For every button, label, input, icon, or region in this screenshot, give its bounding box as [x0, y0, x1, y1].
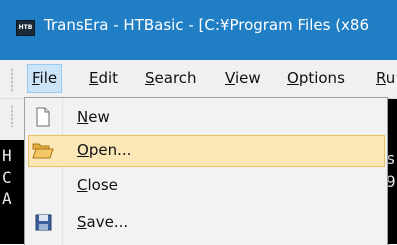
menu-item-open[interactable]: Open...	[28, 135, 385, 167]
menu-run[interactable]: Ru	[372, 65, 397, 92]
console-text-line: C	[2, 168, 12, 187]
console-text-line: A	[2, 189, 12, 208]
menu-item-new-text: ew	[88, 108, 110, 126]
console-output: H C A	[0, 140, 26, 244]
save-disk-icon	[32, 212, 54, 232]
menu-item-save[interactable]: Save...	[28, 207, 383, 237]
app-icon[interactable]: HTB	[16, 20, 35, 36]
menu-file[interactable]: File	[27, 64, 63, 93]
menu-item-save-text: ave...	[86, 213, 129, 231]
menu-edit-label: dit	[98, 69, 119, 87]
menu-search-mnemonic: S	[145, 69, 155, 87]
menu-item-close-label: Close	[77, 170, 118, 200]
menu-options-mnemonic: O	[287, 69, 299, 87]
menu-view[interactable]: View	[221, 65, 265, 92]
menu-item-open-mnemonic: O	[77, 141, 89, 159]
toolbar-grip-handle[interactable]	[11, 105, 13, 127]
menu-file-mnemonic: F	[32, 69, 40, 87]
menu-item-close-text: lose	[87, 176, 118, 194]
new-document-icon	[32, 107, 54, 127]
menu-item-save-mnemonic: S	[77, 213, 87, 231]
window-title: TransEra - HTBasic - [C:¥Program Files (…	[44, 16, 370, 34]
title-bar[interactable]: HTB TransEra - HTBasic - [C:¥Program Fil…	[0, 0, 397, 60]
menubar-grip-handle[interactable]	[11, 68, 13, 92]
menu-item-new-mnemonic: N	[77, 108, 89, 126]
menu-item-save-label: Save...	[77, 207, 128, 237]
menu-edit[interactable]: Edit	[85, 65, 122, 92]
console-text-line: H	[2, 146, 12, 165]
menu-item-open-label: Open...	[77, 136, 131, 164]
open-folder-icon	[32, 140, 54, 160]
menu-options[interactable]: Options	[283, 65, 349, 92]
menu-bar: File Edit Search View Options Ru	[0, 60, 397, 99]
menu-search-label: earch	[154, 69, 197, 87]
menu-item-close[interactable]: Close	[28, 170, 383, 200]
menu-run-label: u	[385, 69, 396, 87]
file-menu-dropdown: New Open... Close Save...	[24, 97, 388, 245]
menu-file-label: ile	[39, 69, 58, 87]
menu-item-new[interactable]: New	[28, 102, 383, 132]
menu-search[interactable]: Search	[141, 65, 201, 92]
menu-item-new-label: New	[77, 102, 110, 132]
menu-item-open-text: pen...	[88, 141, 132, 159]
menu-run-mnemonic: R	[376, 69, 386, 87]
menu-view-label: iew	[234, 69, 261, 87]
menu-view-mnemonic: V	[225, 69, 235, 87]
menu-options-label: ptions	[298, 69, 345, 87]
menu-item-close-mnemonic: C	[77, 176, 88, 194]
